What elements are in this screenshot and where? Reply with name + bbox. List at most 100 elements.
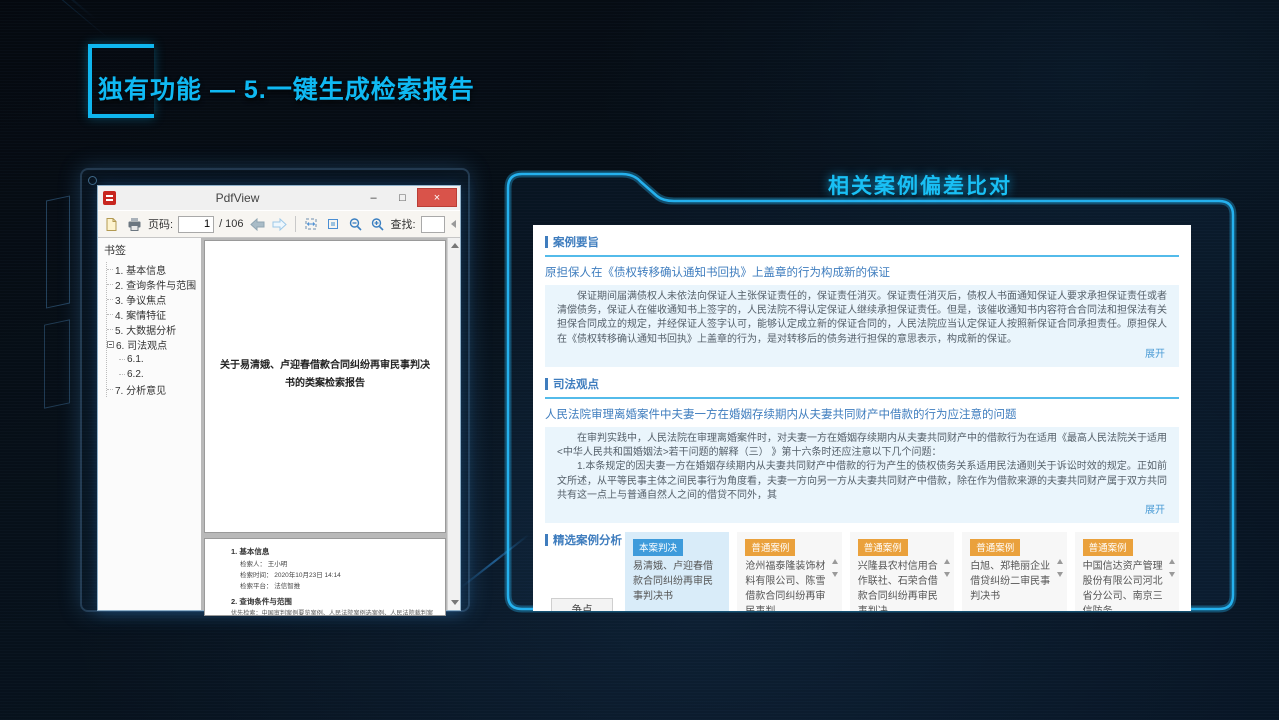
case-badge: 普通案例 xyxy=(970,539,1020,556)
case-badge: 普通案例 xyxy=(745,539,795,556)
scroll-down-icon[interactable] xyxy=(1057,572,1063,577)
slide-canvas: 独有功能 — 5.一键生成检索报告 PdfView – □ × 页码: / 10… xyxy=(0,0,1279,720)
bookmark-item[interactable]: 5. 大数据分析 xyxy=(107,322,201,337)
slide-title: 独有功能 — 5.一键生成检索报告 xyxy=(98,70,475,106)
bookmark-item[interactable]: 2. 查询条件与范围 xyxy=(107,277,201,292)
minimize-button[interactable]: – xyxy=(359,188,388,207)
doc-section-heading: 2. 查询条件与范围 xyxy=(231,596,433,607)
scroll-up-icon[interactable] xyxy=(1169,559,1175,564)
bookmark-item[interactable]: 6.1. xyxy=(107,352,201,367)
bookmark-item[interactable]: 7. 分析意见 xyxy=(107,382,201,397)
bookmark-item[interactable]: 4. 案情特征 xyxy=(107,307,201,322)
report-document-title: 关于易清娥、卢迎春借款合同纠纷再审民事判决 书的类案检索报告 xyxy=(213,357,437,393)
scroll-up-icon[interactable] xyxy=(832,559,838,564)
case-title: 白旭、郑艳丽企业借贷纠纷二审民事判决书 xyxy=(970,559,1056,604)
zoom-out-icon[interactable] xyxy=(347,216,364,233)
section-marker xyxy=(545,236,548,248)
scroll-up-icon[interactable] xyxy=(944,559,950,564)
doc-section-heading: 1. 基本信息 xyxy=(231,546,433,557)
section-header-judicial-view: 司法观点 xyxy=(545,376,1179,392)
section-header-selected-cases: 精选案例分析 xyxy=(545,532,625,548)
case-badge: 本案判决 xyxy=(633,539,683,556)
zoom-in-icon[interactable] xyxy=(369,216,386,233)
case-card[interactable]: 普通案例 白旭、郑艳丽企业借贷纠纷二审民事判决书 xyxy=(962,532,1066,611)
case-cards-grid: 本案判决 易清娥、卢迎春借款合同纠纷再审民事判决书 普通案例 沧州福泰隆装饰材料… xyxy=(625,532,1179,611)
case-title: 易清娥、卢迎春借款合同纠纷再审民事判决书 xyxy=(633,559,719,604)
case-card[interactable]: 普通案例 兴隆县农村信用合作联社、石荣合借款合同纠纷再审民事判决 xyxy=(850,532,954,611)
page-total-label: / 106 xyxy=(219,218,243,230)
judicial-view-title[interactable]: 人民法院审理离婚案件中夫妻一方在婚姻存续期内从夫妻共同财产中借款的行为应注意的问… xyxy=(545,406,1179,422)
bookmarks-header: 书签 xyxy=(98,240,201,262)
bookmark-item[interactable]: 6.2. xyxy=(107,367,201,382)
bookmark-item[interactable]: 1. 基本信息 xyxy=(107,262,201,277)
fit-page-icon[interactable] xyxy=(325,216,342,233)
decor-line xyxy=(3,0,96,20)
doc-line: 检索时间： 2020年10月23日 14:14 xyxy=(240,570,433,581)
decor-circle xyxy=(88,176,97,185)
print-icon[interactable] xyxy=(126,216,143,233)
section-divider xyxy=(545,397,1179,399)
window-title: PdfView xyxy=(116,191,359,205)
previous-page-icon[interactable] xyxy=(249,216,266,233)
find-input[interactable] xyxy=(421,216,445,233)
bookmarks-tree: 1. 基本信息 2. 查询条件与范围 3. 争议焦点 4. 案情特征 5. 大数… xyxy=(106,262,201,397)
expand-link[interactable]: 展开 xyxy=(557,503,1167,523)
scroll-up-icon[interactable] xyxy=(1057,559,1063,564)
decor-panel-shape xyxy=(46,195,70,308)
scroll-up-icon[interactable] xyxy=(451,243,459,248)
case-title: 中国信达资产管理股份有限公司河北省分公司、南京三信防务 xyxy=(1083,559,1169,611)
document-scrollbar[interactable] xyxy=(447,238,460,610)
decor-line xyxy=(460,534,529,589)
page-number-input[interactable] xyxy=(178,216,214,233)
case-card[interactable]: 普通案例 沧州福泰隆装饰材料有限公司、陈雪借款合同纠纷再审民事判 xyxy=(737,532,841,611)
next-page-icon[interactable] xyxy=(271,216,288,233)
case-card[interactable]: 本案判决 易清娥、卢迎春借款合同纠纷再审民事判决书 xyxy=(625,532,729,611)
close-button[interactable]: × xyxy=(417,188,457,207)
expand-link[interactable]: 展开 xyxy=(557,347,1167,367)
case-badge: 普通案例 xyxy=(858,539,908,556)
case-badge: 普通案例 xyxy=(1083,539,1133,556)
doc-paragraph: 优先检索：中国审判案例要览案例、人民法院案例选案例、人民法院裁判案例、人民司法案… xyxy=(231,609,433,616)
report-panel: 案例要旨 原担保人在《债权转移确认通知书回执》上盖章的行为构成新的保证 保证期间… xyxy=(533,225,1191,611)
bookmarks-panel: 书签 1. 基本信息 2. 查询条件与范围 3. 争议焦点 4. 案情特征 5.… xyxy=(98,238,202,610)
case-title: 兴隆县农村信用合作联社、石荣合借款合同纠纷再审民事判决 xyxy=(858,559,944,611)
case-title: 沧州福泰隆装饰材料有限公司、陈雪借款合同纠纷再审民事判 xyxy=(745,559,831,611)
doc-line: 检索平台： 法信智推 xyxy=(240,581,433,592)
scroll-down-icon[interactable] xyxy=(832,572,838,577)
section-marker xyxy=(545,378,548,390)
open-file-icon[interactable] xyxy=(104,216,121,233)
document-area: 关于易清娥、卢迎春借款合同纠纷再审民事判决 书的类案检索报告 1. 基本信息 检… xyxy=(202,238,460,610)
document-page-2: 1. 基本信息 检索人： 王小明 检索时间： 2020年10月23日 14:14… xyxy=(204,538,446,616)
section-divider xyxy=(545,255,1179,257)
page-number-label: 页码: xyxy=(148,216,173,232)
judicial-view-box: 在审判实践中，人民法院在审理离婚案件时，对夫妻一方在婚姻存续期内从夫妻共同财产中… xyxy=(545,427,1179,523)
bookmark-item[interactable]: 6. 司法观点 xyxy=(107,337,201,352)
decor-panel-shape xyxy=(44,319,70,409)
toolbar-separator xyxy=(295,216,296,232)
section-header-case-gist: 案例要旨 xyxy=(545,234,1179,250)
section-marker xyxy=(545,534,548,546)
pdf-toolbar: 页码: / 106 查找: xyxy=(98,210,460,238)
case-gist-title[interactable]: 原担保人在《债权转移确认通知书回执》上盖章的行为构成新的保证 xyxy=(545,264,1179,280)
toolbar-overflow-icon[interactable] xyxy=(451,220,456,228)
judicial-view-body: 在审判实践中，人民法院在审理离婚案件时，对夫妻一方在婚姻存续期内从夫妻共同财产中… xyxy=(557,432,1167,460)
scroll-down-icon[interactable] xyxy=(451,600,459,605)
collapse-icon[interactable] xyxy=(107,341,114,348)
panel-title: 相关案例偏差比对 xyxy=(640,170,1200,200)
judicial-view-body2: 1.本条规定的因夫妻一方在婚姻存续期内从夫妻共同财产中借款的行为产生的债权债务关… xyxy=(557,460,1167,503)
case-card[interactable]: 普通案例 中国信达资产管理股份有限公司河北省分公司、南京三信防务 xyxy=(1075,532,1179,611)
scroll-down-icon[interactable] xyxy=(944,572,950,577)
decor-line xyxy=(40,0,110,40)
pdf-app-icon xyxy=(103,191,116,205)
pdf-window: PdfView – □ × 页码: / 106 xyxy=(97,185,461,611)
doc-line: 检索人： 王小明 xyxy=(240,559,433,570)
maximize-button[interactable]: □ xyxy=(388,188,417,207)
case-gist-body: 保证期间届满债权人未依法向保证人主张保证责任的，保证责任消灭。保证责任消灭后，债… xyxy=(557,290,1167,347)
document-page-1: 关于易清娥、卢迎春借款合同纠纷再审民事判决 书的类案检索报告 xyxy=(204,240,446,533)
pdf-titlebar[interactable]: PdfView – □ × xyxy=(98,186,460,210)
case-gist-box: 保证期间届满债权人未依法向保证人主张保证责任的，保证责任消灭。保证责任消灭后，债… xyxy=(545,285,1179,367)
fit-width-icon[interactable] xyxy=(303,216,320,233)
scroll-down-icon[interactable] xyxy=(1169,572,1175,577)
tab-dispute-point[interactable]: 争点 xyxy=(551,598,613,611)
bookmark-item[interactable]: 3. 争议焦点 xyxy=(107,292,201,307)
